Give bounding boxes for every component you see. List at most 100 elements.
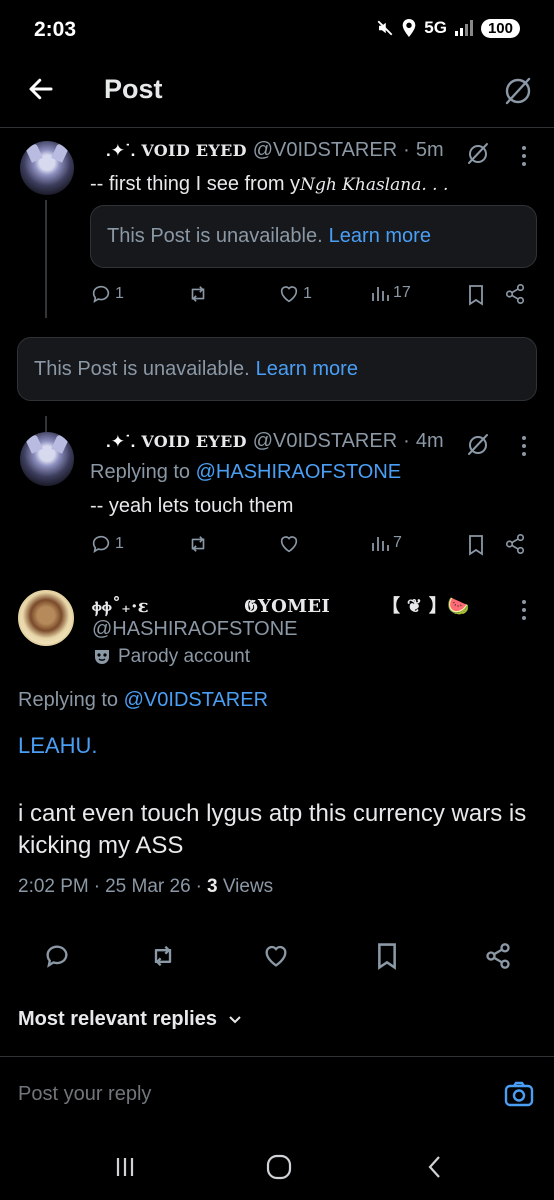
parody-mask-icon [95, 650, 109, 664]
author-row[interactable]: .✦˙. VOID EYED @V0IDSTARER · 5m [106, 139, 444, 162]
view-count: 7 [393, 534, 402, 551]
post-unavailable-card[interactable]: This Post is unavailable. Learn more [17, 337, 537, 401]
more-options-icon[interactable] [520, 600, 528, 624]
reply-button[interactable]: 1 [90, 283, 124, 305]
page-title: Post [104, 74, 163, 104]
battery-indicator: 100 [480, 18, 520, 38]
parody-label: Parody account [118, 646, 251, 667]
bookmark-icon[interactable] [466, 534, 486, 556]
repost-icon[interactable] [148, 942, 178, 970]
heart-icon[interactable] [262, 942, 290, 970]
separator-dot: · [403, 139, 410, 161]
post-time: 4m [415, 430, 444, 452]
handle: @V0IDSTARER [252, 139, 398, 161]
heart-icon [280, 286, 298, 303]
repost-button[interactable] [186, 533, 210, 555]
views-icon [372, 537, 389, 551]
display-name-right: 【 ❦ 】🍉 [382, 596, 470, 617]
signal-icon [454, 20, 473, 36]
back-arrow-icon[interactable] [26, 74, 56, 104]
recent-apps-icon[interactable] [110, 1152, 140, 1182]
replying-label: Replying to [90, 461, 191, 483]
name-decoration: .✦˙. [106, 141, 136, 160]
avatar[interactable] [20, 432, 74, 486]
camera-icon[interactable] [504, 1079, 534, 1109]
avatar[interactable] [20, 141, 74, 195]
name-decoration: .✦˙. [106, 432, 136, 451]
handle[interactable]: @HASHIRAOFSTONE [92, 618, 298, 641]
heart-icon [280, 536, 298, 553]
reply-composer: Post your reply [0, 1056, 554, 1136]
display-name-left: ⲫⲫ˚₊·ɛ [92, 596, 149, 617]
view-count: 17 [393, 284, 411, 301]
network-label: 5G [424, 18, 447, 37]
share-icon[interactable] [484, 942, 512, 970]
mention-link[interactable]: @HASHIRAOFSTONE [196, 461, 402, 483]
author-row[interactable]: ⲫⲫ˚₊·ɛ 𝕲YOMEI 【 ❦ 】🍉 [92, 592, 470, 618]
avatar[interactable] [18, 590, 74, 646]
reply-count: 1 [115, 535, 124, 552]
main-action-bar [0, 934, 554, 978]
replying-to: Replying to @V0IDSTARER [18, 689, 268, 712]
more-options-icon[interactable] [520, 146, 528, 170]
post-text-prefix: -- first thing I see from y [90, 173, 301, 195]
grok-icon[interactable] [502, 74, 534, 106]
nav-back-icon[interactable] [420, 1152, 450, 1182]
like-button[interactable]: 1 [278, 283, 312, 305]
repost-icon [191, 286, 205, 302]
views-button[interactable]: 7 [370, 533, 402, 553]
like-count: 1 [303, 285, 312, 302]
views-label: Views [222, 876, 274, 897]
separator-dot: · [93, 876, 101, 897]
reply-count: 1 [115, 285, 124, 302]
reply-icon [92, 535, 110, 554]
system-nav-bar [0, 1136, 554, 1200]
separator-dot: · [195, 876, 202, 897]
repost-button[interactable] [186, 283, 210, 305]
post-text: -- first thing I see from yNgh Khaslana.… [90, 171, 448, 198]
share-icon[interactable] [504, 533, 526, 555]
quoted-post-unavailable[interactable]: This Post is unavailable. Learn more [90, 205, 537, 268]
parody-label-row: Parody account [92, 646, 250, 668]
display-name-mid: 𝕲YOMEI [244, 596, 331, 617]
learn-more-link[interactable]: Learn more [256, 358, 358, 381]
like-button[interactable] [278, 533, 300, 555]
reply-button[interactable]: 1 [90, 533, 124, 555]
post-time: 2:02 PM [18, 876, 89, 897]
grok-icon[interactable] [466, 141, 490, 165]
handle: @V0IDSTARER [252, 430, 398, 452]
author-row[interactable]: .✦˙. VOID EYED @V0IDSTARER · 4m [106, 430, 444, 453]
repost-icon [191, 536, 205, 552]
status-time: 2:03 [34, 18, 77, 41]
bookmark-icon[interactable] [466, 284, 486, 306]
share-icon[interactable] [504, 283, 526, 305]
status-bar: 2:03 5G 100 [0, 0, 554, 60]
replying-label: Replying to [18, 689, 119, 711]
views-meta[interactable]: 3 Views [207, 876, 273, 898]
post-date: 25 Mar 26 [105, 876, 191, 897]
views-icon [372, 287, 389, 301]
grok-icon[interactable] [466, 432, 490, 456]
views-count: 3 [206, 876, 218, 897]
unavailable-text: This Post is unavailable. [34, 357, 250, 380]
unavailable-text: This Post is unavailable. [107, 225, 323, 247]
replying-to: Replying to @HASHIRAOFSTONE [90, 461, 401, 484]
mention-link[interactable]: @V0IDSTARER [124, 689, 268, 711]
sort-replies-dropdown[interactable]: Most relevant replies [18, 1008, 243, 1031]
reply-input[interactable]: Post your reply [18, 1083, 151, 1106]
reply-icon[interactable] [43, 942, 71, 970]
post-text-script: Ngh Khaslana. . . [300, 175, 449, 195]
learn-more-link[interactable]: Learn more [329, 225, 431, 248]
sort-label: Most relevant replies [18, 1008, 217, 1030]
mute-icon [377, 20, 393, 36]
bookmark-icon[interactable] [374, 942, 400, 970]
more-options-icon[interactable] [520, 436, 528, 460]
post-time: 5m [415, 139, 444, 161]
home-icon[interactable] [264, 1152, 294, 1182]
post-title-line: LEAHU. [18, 733, 98, 758]
chevron-down-icon [229, 1015, 241, 1023]
location-icon [402, 19, 416, 37]
status-icons: 5G 100 [376, 18, 520, 38]
post-text: -- yeah lets touch them [90, 495, 294, 517]
views-button[interactable]: 17 [370, 283, 411, 303]
